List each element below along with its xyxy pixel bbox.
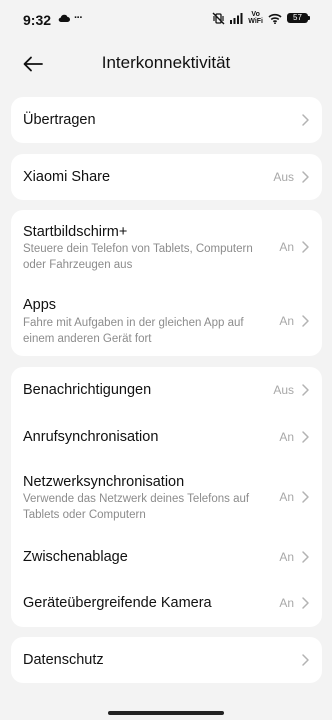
- cloud-icon: [58, 14, 70, 22]
- card-privacy: Datenschutz: [11, 637, 322, 683]
- status-bar: 9:32 ··· Vo WiFi 57: [0, 0, 332, 36]
- row-xiaomi-share[interactable]: Xiaomi Share Aus: [11, 154, 322, 200]
- chevron-right-icon: [302, 114, 309, 126]
- chevron-right-icon: [302, 315, 309, 327]
- status-right-icons: Vo WiFi 57: [212, 11, 310, 25]
- row-title: Anrufsynchronisation: [23, 429, 159, 445]
- row-status-value: An: [279, 596, 294, 610]
- row-status-value: Aus: [273, 170, 294, 184]
- chevron-right-icon: [302, 597, 309, 609]
- row-apps[interactable]: Apps Fahre mit Aufgaben in der gleichen …: [11, 283, 322, 356]
- row-cross-device-camera[interactable]: Geräteübergreifende Kamera An: [11, 580, 322, 627]
- chevron-right-icon: [302, 654, 309, 666]
- row-subtitle: Fahre mit Aufgaben in der gleichen App a…: [23, 317, 244, 345]
- row-status-value: An: [279, 490, 294, 504]
- row-status-value: Aus: [273, 383, 294, 397]
- row-title: Apps: [23, 297, 57, 313]
- header: Interkonnektivität: [0, 44, 332, 84]
- page-title: Interkonnektivität: [101, 53, 231, 72]
- row-status-value: An: [279, 314, 294, 328]
- card-xiaomi-share: Xiaomi Share Aus: [11, 154, 322, 200]
- chevron-right-icon: [302, 171, 309, 183]
- row-subtitle: Steuere dein Telefon von Tablets, Comput…: [23, 243, 253, 271]
- status-left-icons: ···: [58, 12, 83, 24]
- row-notifications[interactable]: Benachrichtigungen Aus: [11, 367, 322, 413]
- chevron-right-icon: [302, 384, 309, 396]
- row-title: Zwischenablage: [23, 549, 128, 565]
- row-clipboard[interactable]: Zwischenablage An: [11, 533, 322, 580]
- row-title: Xiaomi Share: [23, 169, 111, 185]
- row-subtitle: Verwende das Netzwerk deines Telefons au…: [23, 493, 250, 521]
- row-title: Netzwerksynchronisation: [23, 474, 185, 490]
- row-title: Datenschutz: [23, 652, 104, 668]
- row-privacy[interactable]: Datenschutz: [11, 637, 322, 683]
- status-time: 9:32: [23, 12, 52, 28]
- row-title: Benachrichtigungen: [23, 382, 152, 398]
- row-network-sync[interactable]: Netzwerksynchronisation Verwende das Net…: [11, 459, 322, 533]
- row-transfer[interactable]: Übertragen: [11, 97, 322, 143]
- wifi-icon: [268, 13, 282, 24]
- card-transfer: Übertragen: [11, 97, 322, 143]
- volte-indicator: Vo WiFi: [248, 11, 263, 25]
- chevron-right-icon: [302, 241, 309, 253]
- chevron-right-icon: [302, 431, 309, 443]
- row-status-value: An: [279, 240, 294, 254]
- chevron-right-icon: [302, 551, 309, 563]
- row-title: Startbildschirm+: [23, 224, 128, 240]
- home-indicator[interactable]: [108, 711, 224, 715]
- row-call-sync[interactable]: Anrufsynchronisation An: [11, 413, 322, 459]
- card-sync: Benachrichtigungen Aus Anrufsynchronisat…: [11, 367, 322, 627]
- row-status-value: An: [279, 550, 294, 564]
- card-continuity: Startbildschirm+ Steuere dein Telefon vo…: [11, 210, 322, 356]
- battery-icon: 57: [287, 13, 310, 23]
- row-home-screen-plus[interactable]: Startbildschirm+ Steuere dein Telefon vo…: [11, 210, 322, 283]
- row-title: Geräteübergreifende Kamera: [23, 595, 212, 611]
- overflow-dots: ···: [74, 12, 83, 24]
- signal-icon: [230, 12, 243, 24]
- mute-vibrate-icon: [212, 12, 225, 24]
- row-status-value: An: [279, 430, 294, 444]
- row-title: Übertragen: [23, 112, 96, 128]
- chevron-right-icon: [302, 491, 309, 503]
